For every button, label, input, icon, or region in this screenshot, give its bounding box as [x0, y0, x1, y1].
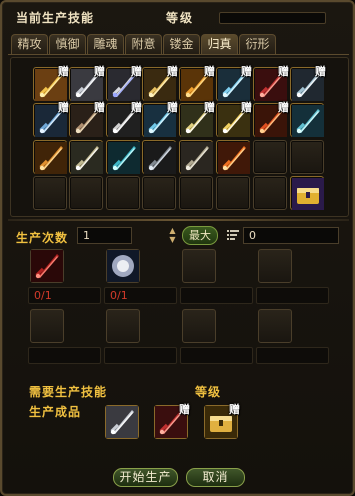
material-count: 0/1: [28, 287, 101, 304]
silver-blade-icon: [106, 406, 138, 441]
max-button[interactable]: 最大: [182, 226, 218, 245]
recipe-slot-twin-blade[interactable]: 赠: [33, 101, 69, 137]
material-count: [104, 347, 177, 364]
quantity-spinner[interactable]: ▲ ▼: [167, 226, 178, 245]
material-count: [256, 287, 329, 304]
tab-yanxing[interactable]: 衍形: [239, 34, 276, 54]
sort-icon[interactable]: [226, 228, 240, 242]
product-label: 生产成品: [29, 405, 82, 419]
material-count: [180, 287, 253, 304]
production-panel: 当前生产技能 等级 精攻 慎御 雕魂 附意 镂金 归真 衍形 赠 赠 赠 赠 赠…: [0, 0, 355, 496]
gift-badge: 赠: [58, 65, 69, 78]
recipe-slot-cyan-blade[interactable]: [106, 140, 140, 174]
recipe-slot-treasure-chest[interactable]: [290, 176, 324, 210]
material-slot-empty: [258, 309, 292, 343]
product-slot-silver-blade[interactable]: [105, 405, 139, 439]
recipe-slot-ice-sword[interactable]: 赠: [216, 65, 252, 101]
empty-slot: [179, 176, 213, 210]
gift-badge: 赠: [167, 101, 178, 114]
material-slot-empty: [106, 309, 140, 343]
gift-badge: 赠: [204, 101, 215, 114]
gift-badge: 赠: [131, 101, 142, 114]
material-count: 0/1: [104, 287, 177, 304]
gift-badge: 赠: [94, 101, 105, 114]
gift-badge: 赠: [131, 65, 142, 78]
tab-guizhen[interactable]: 归真: [201, 34, 238, 55]
gift-badge: 赠: [241, 65, 252, 78]
quantity-label: 生产次数: [16, 231, 69, 245]
gift-badge: 赠: [315, 65, 326, 78]
gift-badge: 赠: [278, 101, 289, 114]
product-slot-golden-scroll[interactable]: 赠: [204, 403, 240, 441]
material-count: [256, 347, 329, 364]
recipe-slot-silver-blade[interactable]: 赠: [69, 65, 105, 101]
cancel-button[interactable]: 取消: [186, 468, 245, 487]
quantity-input[interactable]: 1: [77, 227, 132, 244]
current-skill-label: 当前生产技能: [16, 11, 95, 25]
recipe-slot-gold-gauntlet[interactable]: [33, 140, 67, 174]
recipe-slot-serpent-sword[interactable]: [290, 103, 324, 137]
section-divider: [8, 219, 349, 221]
tab-shenyu[interactable]: 慎御: [49, 34, 86, 54]
gift-badge: 赠: [94, 65, 105, 78]
empty-slot: [216, 176, 250, 210]
golden-scroll-icon: [205, 406, 237, 441]
tab-loujin[interactable]: 镂金: [163, 34, 200, 54]
start-production-button[interactable]: 开始生产: [113, 468, 178, 487]
red-rune-icon: [31, 250, 63, 285]
recipe-slot-crimson-sword[interactable]: 赠: [253, 65, 289, 101]
material-slot-red-rune[interactable]: [30, 249, 64, 283]
tab-diaohun[interactable]: 雕魂: [87, 34, 124, 54]
gift-badge: 赠: [58, 101, 69, 114]
gift-badge: 赠: [204, 65, 215, 78]
material-count: [180, 347, 253, 364]
tab-fuyi[interactable]: 附意: [125, 34, 162, 54]
gift-badge: 赠: [167, 65, 178, 78]
recipe-slot-spear[interactable]: 赠: [290, 65, 326, 101]
material-slot-empty: [258, 249, 292, 283]
recipe-slot-pickaxe[interactable]: [179, 140, 213, 174]
recipe-slot-flame-dagger[interactable]: [216, 140, 250, 174]
recipe-slot-war-axe[interactable]: 赠: [69, 101, 105, 137]
empty-slot: [253, 140, 287, 174]
tab-jinggong[interactable]: 精攻: [11, 34, 48, 54]
product-slot-crimson-sword[interactable]: 赠: [154, 403, 190, 441]
empty-slot: [290, 140, 324, 174]
gift-badge: 赠: [179, 403, 190, 416]
recipe-grid: 赠 赠 赠 赠 赠 赠 赠 赠 赠 赠 赠 赠 赠 赠 赠: [10, 57, 349, 217]
empty-slot: [33, 176, 67, 210]
empty-slot: [142, 176, 176, 210]
material-slot-moon-orb[interactable]: [106, 249, 140, 283]
level-bar: [219, 12, 326, 24]
required-level-label: 等级: [195, 385, 222, 399]
recipe-slot-halberd[interactable]: [69, 140, 103, 174]
recipe-slot-red-claw[interactable]: 赠: [253, 101, 289, 137]
empty-slot: [253, 176, 287, 210]
moon-orb-icon: [107, 250, 139, 285]
recipe-slot-ornate-sword[interactable]: 赠: [106, 65, 142, 101]
material-count: [28, 347, 101, 364]
required-skill-label: 需要生产技能: [29, 385, 108, 399]
recipe-slot-golden-axe[interactable]: 赠: [179, 65, 215, 101]
recipe-slot-holy-sword[interactable]: 赠: [216, 101, 252, 137]
recipe-slot-gold-blade[interactable]: 赠: [142, 65, 178, 101]
material-slot-empty: [182, 249, 216, 283]
recipe-slot-glaive[interactable]: 赠: [179, 101, 215, 137]
level-label: 等级: [166, 11, 195, 25]
material-slot-empty: [30, 309, 64, 343]
recipe-slot-ice-axe[interactable]: 赠: [142, 101, 178, 137]
gift-badge: 赠: [241, 101, 252, 114]
empty-slot: [69, 176, 103, 210]
material-slot-empty: [182, 309, 216, 343]
recipe-slot-dark-spear[interactable]: [142, 140, 176, 174]
empty-slot: [106, 176, 140, 210]
recipe-slot-spiked-mace[interactable]: 赠: [106, 101, 142, 137]
crimson-sword-icon: [155, 406, 187, 441]
recipe-slot-golden-sword[interactable]: 赠: [33, 65, 69, 101]
owned-count-field[interactable]: 0: [243, 227, 339, 244]
gift-badge: 赠: [229, 403, 240, 416]
category-tabs: 精攻 慎御 雕魂 附意 镂金 归真 衍形: [11, 34, 276, 55]
tab-divider: [8, 54, 349, 55]
gift-badge: 赠: [278, 65, 289, 78]
